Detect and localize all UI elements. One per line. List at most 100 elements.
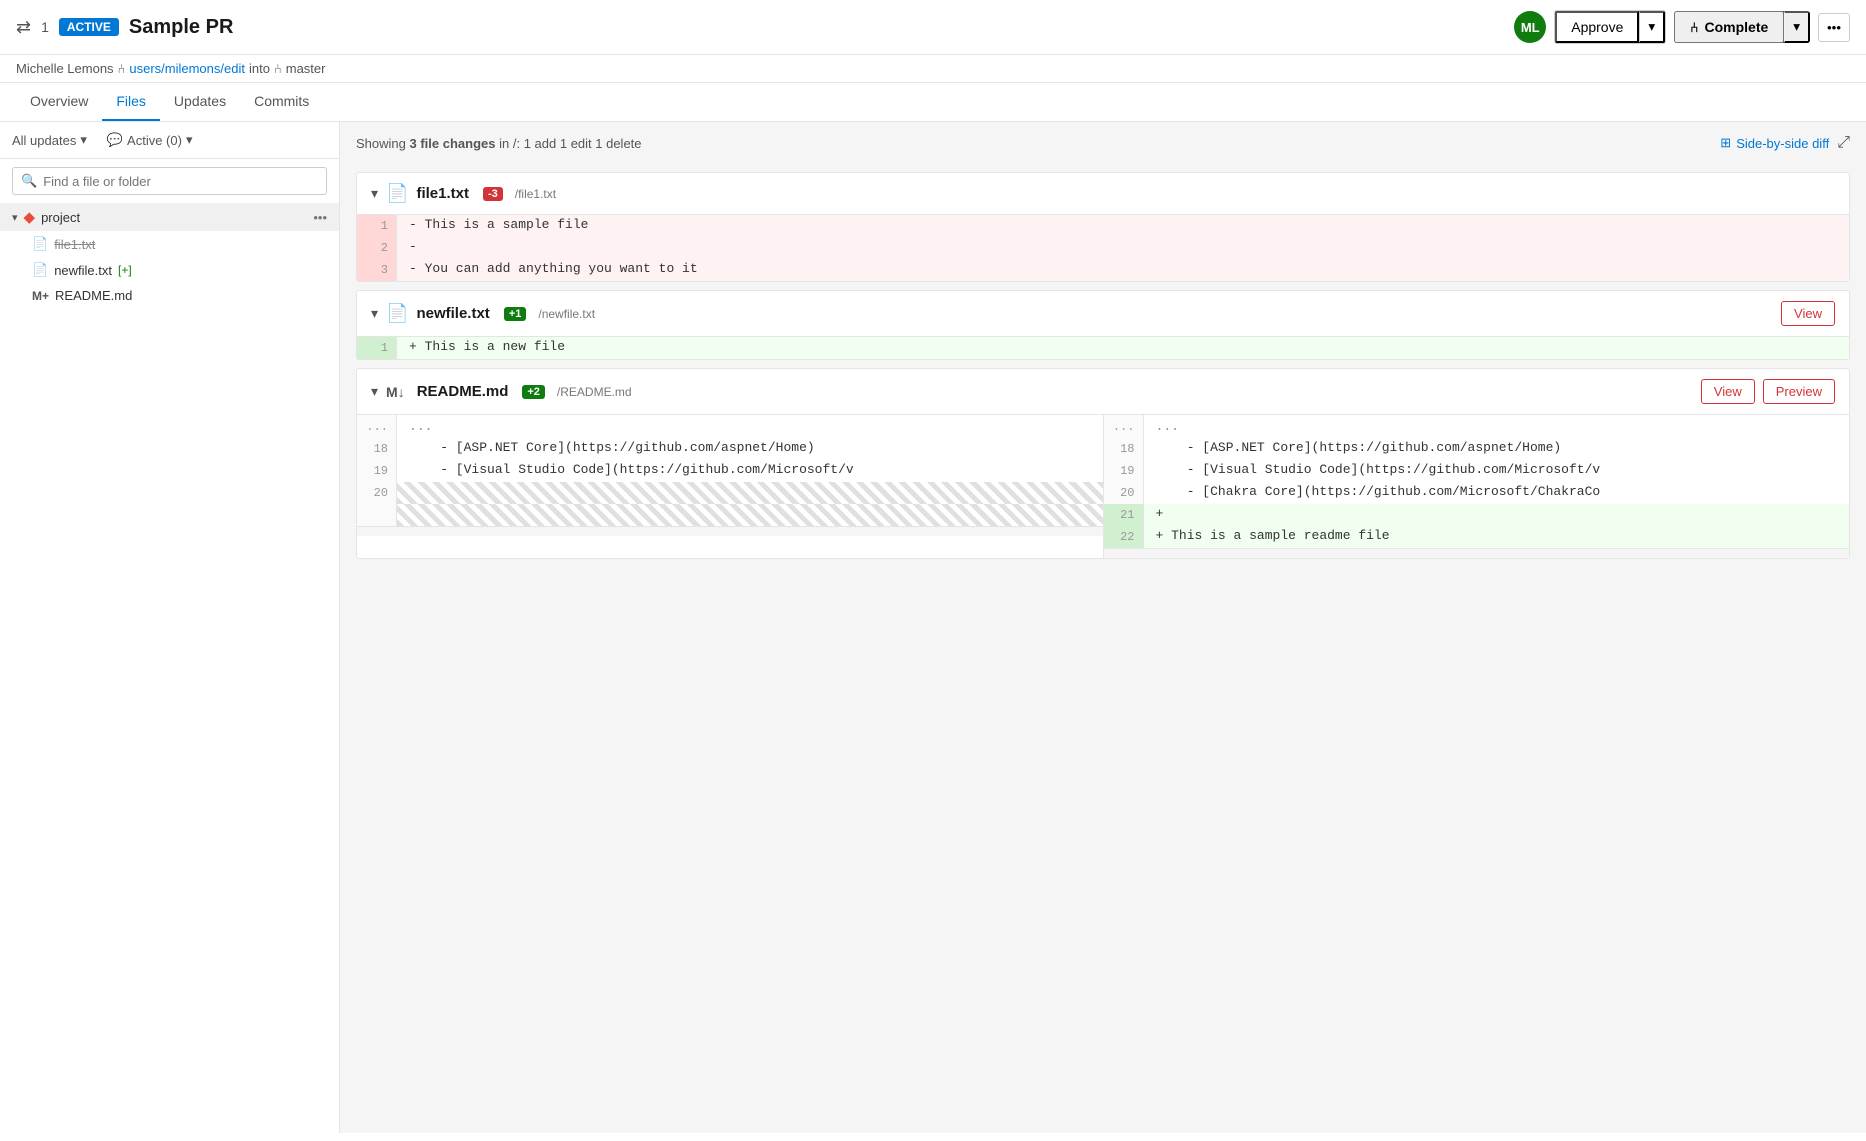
diff-line: 3 - You can add anything you want to it (357, 259, 1849, 281)
line-number (357, 504, 397, 526)
diff-right-panel: ... ... 18 - [ASP.NET Core](https://gith… (1104, 415, 1850, 558)
file-search-input[interactable] (43, 174, 318, 189)
side-by-side-button[interactable]: ⊞ Side-by-side diff (1720, 135, 1829, 151)
line-code: ... (397, 415, 1103, 438)
line-code: - [Visual Studio Code](https://github.co… (397, 460, 1103, 482)
file-diff-header-newfiletxt: ▾ 📄 newfile.txt +1 /newfile.txt View (357, 291, 1849, 337)
side-by-side-label: Side-by-side diff (1736, 136, 1829, 151)
file-diff-readmemd: ▾ M↓ README.md +2 /README.md View Previe… (356, 368, 1850, 559)
tab-overview[interactable]: Overview (16, 83, 102, 121)
file-name: README.md (55, 288, 132, 303)
md-prefix-icon: M↓ (386, 384, 405, 400)
sidebar-file-readmemd[interactable]: M+ README.md (0, 283, 339, 308)
collapse-chevron[interactable]: ▾ (371, 185, 378, 202)
line-number: ... (1104, 415, 1144, 438)
line-code: + This is a new file (397, 337, 1849, 359)
branch-from-icon: ⑃ (118, 61, 126, 76)
line-number: ... (357, 415, 397, 438)
comment-icon: 💬 (107, 132, 123, 148)
diff-line: 20 - [Chakra Core](https://github.com/Mi… (1104, 482, 1850, 504)
change-stats: 1 add 1 edit 1 delete (524, 136, 642, 151)
complete-button[interactable]: ⑃ Complete (1674, 11, 1784, 43)
file-new-badge: [+] (118, 263, 132, 277)
diff-content-left: ... ... 18 - [ASP.NET Core](https://gith… (357, 415, 1103, 526)
diff-content-right: ... ... 18 - [ASP.NET Core](https://gith… (1104, 415, 1850, 548)
preview-button[interactable]: Preview (1763, 379, 1835, 404)
tree-folder-project[interactable]: ▾ ◆ project ••• (0, 203, 339, 231)
diff-line: ... ... (357, 415, 1103, 438)
diff-line: 1 + This is a new file (357, 337, 1849, 359)
collapse-chevron[interactable]: ▾ (371, 305, 378, 322)
file-diff-name: newfile.txt (416, 305, 489, 322)
sidebar: All updates ▾ 💬 Active (0) ▾ 🔍 ▾ ◆ proje… (0, 122, 340, 1133)
diff-line: 1 - This is a sample file (357, 215, 1849, 237)
view-button[interactable]: View (1781, 301, 1835, 326)
diff-badge: +2 (522, 385, 545, 399)
approve-button-group: Approve ▾ (1554, 10, 1666, 44)
file-icon: 📄 (32, 262, 48, 278)
folder-icon: ◆ (24, 208, 36, 226)
tab-commits[interactable]: Commits (240, 83, 323, 121)
diff-line: 22 + This is a sample readme file (1104, 526, 1850, 548)
left-scrollbar[interactable] (357, 526, 1103, 536)
diff-options: ⊞ Side-by-side diff ⤢ (1720, 134, 1850, 152)
line-code: + This is a sample readme file (1144, 526, 1850, 548)
folder-name: project (41, 210, 80, 225)
file-diff-path: /newfile.txt (538, 307, 595, 321)
diff-line: 19 - [Visual Studio Code](https://github… (357, 460, 1103, 482)
sidebar-file-file1txt[interactable]: 📄 file1.txt (0, 231, 339, 257)
line-code: ... (1144, 415, 1850, 438)
comment-filter[interactable]: 💬 Active (0) ▾ (107, 132, 193, 148)
branch-from-link[interactable]: users/milemons/edit (129, 61, 245, 76)
line-code: - [ASP.NET Core](https://github.com/aspn… (1144, 438, 1850, 460)
complete-button-group: ⑃ Complete ▾ (1674, 11, 1810, 43)
sidebar-toolbar: All updates ▾ 💬 Active (0) ▾ (0, 122, 339, 159)
line-number: 20 (1104, 482, 1144, 504)
view-button[interactable]: View (1701, 379, 1755, 404)
tab-updates[interactable]: Updates (160, 83, 240, 121)
in-path: in /: (499, 136, 520, 151)
file-diff-name: README.md (417, 383, 509, 400)
diff-line: 20 (357, 482, 1103, 504)
line-number: 20 (357, 482, 397, 504)
side-by-side-icon: ⊞ (1720, 135, 1731, 151)
active-badge: ACTIVE (59, 18, 119, 36)
more-options-button[interactable]: ••• (1818, 13, 1850, 42)
file-diff-header-readmemd: ▾ M↓ README.md +2 /README.md View Previe… (357, 369, 1849, 415)
file-search-box[interactable]: 🔍 (12, 167, 327, 195)
folder-chevron: ▾ (12, 211, 18, 224)
line-number: 1 (357, 215, 397, 237)
approve-button[interactable]: Approve (1555, 11, 1639, 43)
tab-files[interactable]: Files (102, 83, 160, 121)
right-scrollbar[interactable] (1104, 548, 1850, 558)
file-diff-header-file1txt: ▾ 📄 file1.txt -3 /file1.txt (357, 173, 1849, 215)
line-number: 3 (357, 259, 397, 281)
folder-more-icon[interactable]: ••• (313, 210, 327, 225)
line-code: - [ASP.NET Core](https://github.com/aspn… (397, 438, 1103, 460)
line-code: - [Chakra Core](https://github.com/Micro… (1144, 482, 1850, 504)
complete-dropdown-button[interactable]: ▾ (1784, 11, 1810, 43)
file-count: 3 file changes (410, 136, 496, 151)
collapse-chevron[interactable]: ▾ (371, 383, 378, 400)
approve-dropdown-button[interactable]: ▾ (1639, 11, 1665, 43)
line-code: - (397, 237, 1849, 259)
file-diff-icon: 📄 (386, 303, 408, 324)
tab-bar: Overview Files Updates Commits (0, 83, 1866, 122)
complete-icon: ⑃ (1690, 19, 1698, 35)
file-name: file1.txt (54, 237, 95, 252)
diff-line (357, 504, 1103, 526)
branch-to-icon: ⑃ (274, 61, 282, 76)
md-icon: M+ (32, 289, 49, 303)
line-number: 19 (1104, 460, 1144, 482)
pr-icon: ⇄ (16, 17, 31, 38)
file-diff-newfiletxt: ▾ 📄 newfile.txt +1 /newfile.txt View 1 +… (356, 290, 1850, 360)
diff-line: ... ... (1104, 415, 1850, 438)
updates-filter[interactable]: All updates ▾ (12, 132, 87, 148)
user-name: Michelle Lemons (16, 61, 114, 76)
diff-line: 2 - (357, 237, 1849, 259)
sidebar-file-newfiletxt[interactable]: 📄 newfile.txt [+] (0, 257, 339, 283)
line-code: - You can add anything you want to it (397, 259, 1849, 281)
expand-button[interactable]: ⤢ (1837, 134, 1850, 152)
side-diff-readmemd: ... ... 18 - [ASP.NET Core](https://gith… (357, 415, 1849, 558)
comment-filter-label: Active (0) (127, 133, 182, 148)
